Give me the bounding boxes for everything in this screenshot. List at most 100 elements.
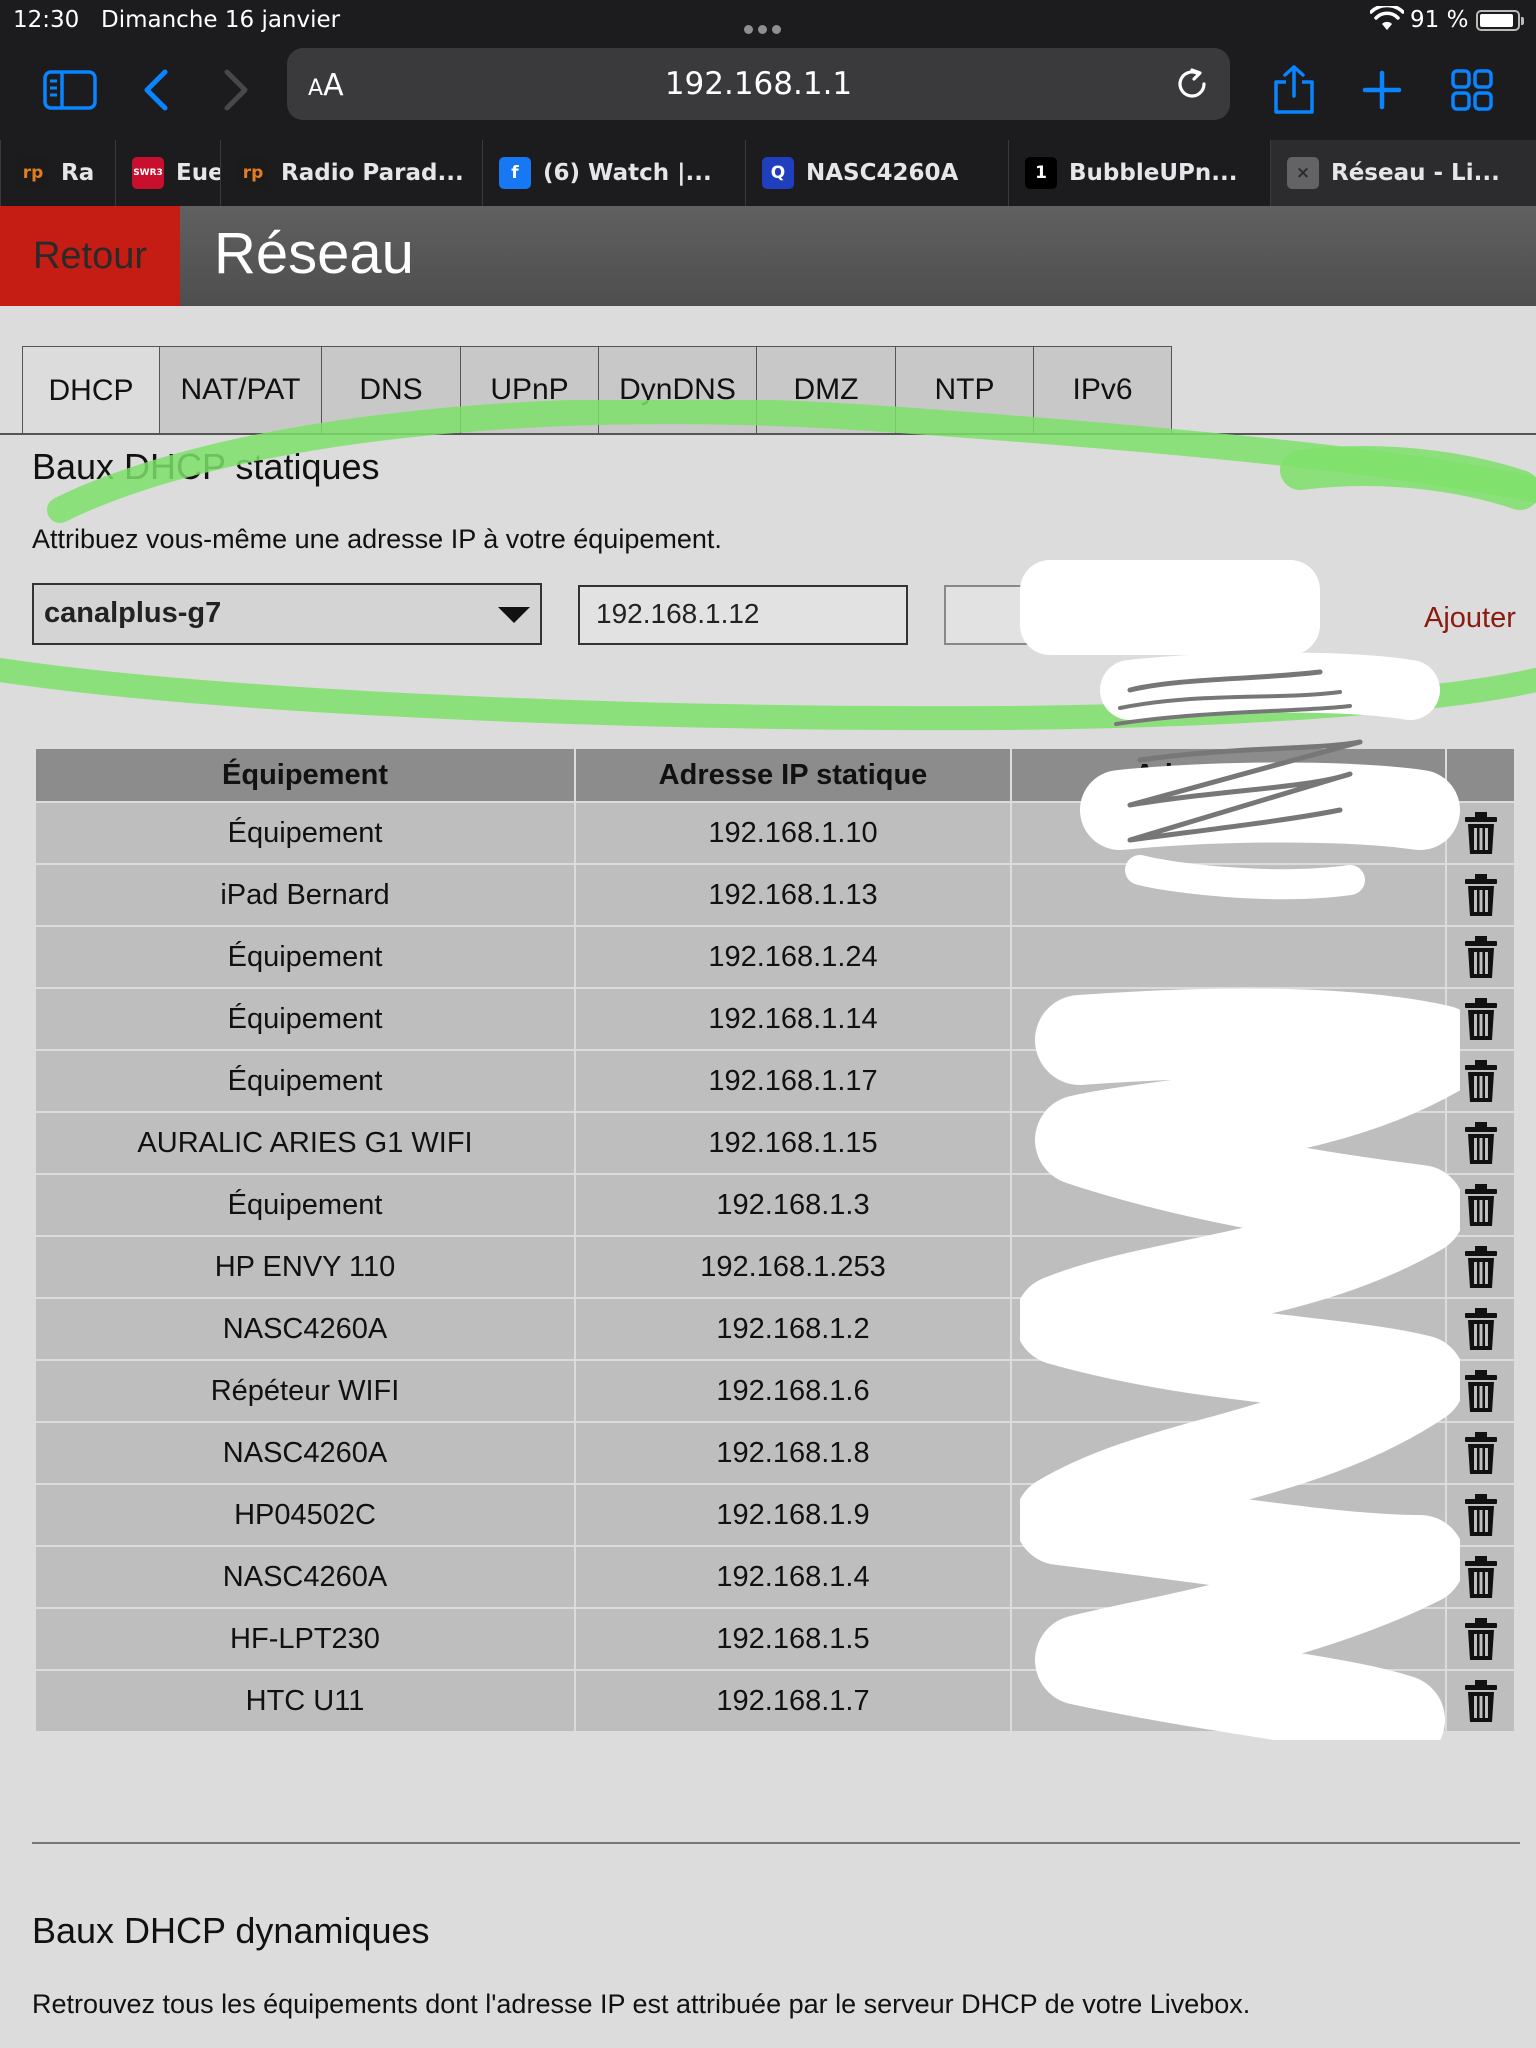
cell-ip: 192.168.1.13 xyxy=(574,863,1012,927)
delete-button[interactable] xyxy=(1445,925,1516,989)
tab-dmz[interactable]: DMZ xyxy=(757,346,896,434)
favicon-icon: SWR3 xyxy=(132,157,164,189)
share-icon[interactable] xyxy=(1264,60,1324,120)
cell-ip: 192.168.1.6 xyxy=(574,1359,1012,1423)
trash-icon xyxy=(1464,1060,1498,1102)
mac-address-input[interactable] xyxy=(944,585,1274,645)
cell-device: Répéteur WIFI xyxy=(34,1359,576,1423)
favicon-icon: rp xyxy=(17,157,49,189)
dynamic-leases-description: Retrouvez tous les équipements dont l'ad… xyxy=(32,1989,1251,2019)
cell-device: HP04502C xyxy=(34,1483,576,1547)
cell-ip: 192.168.1.15 xyxy=(574,1111,1012,1175)
cell-mac xyxy=(1010,1483,1447,1547)
browser-tab-label: NASC4260A xyxy=(806,160,959,186)
tab-dhcp[interactable]: DHCP xyxy=(22,346,160,435)
status-bar: 12:30 Dimanche 16 janvier 91 % xyxy=(0,0,1536,40)
cell-mac xyxy=(1010,863,1447,927)
favicon-icon: f xyxy=(499,157,531,189)
delete-button[interactable] xyxy=(1445,1297,1516,1361)
back-arrow-icon[interactable] xyxy=(126,60,186,120)
forward-arrow-icon[interactable] xyxy=(206,60,266,120)
static-leases-table: Équipement Adresse IP statique Adresse M… xyxy=(34,747,1516,1733)
status-date: Dimanche 16 janvier xyxy=(101,7,341,33)
delete-button[interactable] xyxy=(1445,1173,1516,1237)
address-bar[interactable]: AA 192.168.1.1 xyxy=(287,48,1230,120)
cell-device: AURALIC ARIES G1 WIFI xyxy=(34,1111,576,1175)
url-text[interactable]: 192.168.1.1 xyxy=(287,66,1230,102)
table-row: HF-LPT230 192.168.1.5 xyxy=(34,1607,1516,1671)
cell-device: HTC U11 xyxy=(34,1669,576,1733)
browser-tab[interactable]: SWR3 Eue xyxy=(115,140,220,206)
trash-icon xyxy=(1464,1246,1498,1288)
cell-mac xyxy=(1010,1173,1447,1237)
trash-icon xyxy=(1464,1680,1498,1722)
browser-tab-label: (6) Watch |... xyxy=(543,160,712,186)
static-leases-title: Baux DHCP statiques xyxy=(32,446,380,487)
browser-tab[interactable]: rp Ra xyxy=(0,140,115,206)
delete-button[interactable] xyxy=(1445,1359,1516,1423)
dynamic-leases-title: Baux DHCP dynamiques xyxy=(32,1910,430,1951)
delete-button[interactable] xyxy=(1445,863,1516,927)
cell-device: Équipement xyxy=(34,1049,576,1113)
multitasking-dots-icon[interactable] xyxy=(744,14,790,34)
delete-button[interactable] xyxy=(1445,1669,1516,1733)
cell-ip: 192.168.1.253 xyxy=(574,1235,1012,1299)
tab-natpat[interactable]: NAT/PAT xyxy=(160,346,322,434)
table-row: Répéteur WIFI 192.168.1.6 xyxy=(34,1359,1516,1423)
delete-button[interactable] xyxy=(1445,1545,1516,1609)
delete-button[interactable] xyxy=(1445,1111,1516,1175)
col-header-mac: Adresse MAC xyxy=(1010,747,1447,803)
ajouter-link[interactable]: Ajouter xyxy=(1424,602,1516,635)
trash-icon xyxy=(1464,1494,1498,1536)
cell-ip: 192.168.1.2 xyxy=(574,1297,1012,1361)
browser-tab[interactable]: f (6) Watch |... xyxy=(482,140,745,206)
browser-tab[interactable]: rp Radio Parad... xyxy=(220,140,482,206)
table-header-row: Équipement Adresse IP statique Adresse M… xyxy=(34,747,1516,803)
delete-button[interactable] xyxy=(1445,1049,1516,1113)
tab-dns[interactable]: DNS xyxy=(322,346,461,434)
cell-mac xyxy=(1010,1421,1447,1485)
col-header-ip: Adresse IP statique xyxy=(574,747,1012,803)
cell-ip: 192.168.1.4 xyxy=(574,1545,1012,1609)
cell-ip: 192.168.1.9 xyxy=(574,1483,1012,1547)
cell-mac xyxy=(1010,1545,1447,1609)
reload-icon[interactable] xyxy=(1172,64,1212,104)
favicon-icon: 1 xyxy=(1025,157,1057,189)
retour-button[interactable]: Retour xyxy=(0,206,180,306)
section-divider xyxy=(32,1842,1520,1844)
tab-dyndns[interactable]: DynDNS xyxy=(599,346,757,434)
delete-button[interactable] xyxy=(1445,1607,1516,1671)
delete-button[interactable] xyxy=(1445,987,1516,1051)
new-tab-plus-icon[interactable] xyxy=(1352,60,1412,120)
cell-mac xyxy=(1010,1359,1447,1423)
delete-button[interactable] xyxy=(1445,1235,1516,1299)
trash-icon xyxy=(1464,1122,1498,1164)
table-row: NASC4260A 192.168.1.4 xyxy=(34,1545,1516,1609)
tab-ntp[interactable]: NTP xyxy=(896,346,1034,434)
browser-tab[interactable]: 1 BubbleUPn... xyxy=(1008,140,1270,206)
tab-overview-icon[interactable] xyxy=(1442,60,1502,120)
delete-button[interactable] xyxy=(1445,1483,1516,1547)
sidebar-icon[interactable] xyxy=(40,60,100,120)
device-select-value: canalplus-g7 xyxy=(44,597,222,629)
ip-address-input[interactable]: 192.168.1.12 xyxy=(578,585,908,645)
browser-tab[interactable]: Q NASC4260A xyxy=(745,140,1008,206)
browser-tab-label: Radio Parad... xyxy=(281,160,464,186)
delete-button[interactable] xyxy=(1445,801,1516,865)
cell-ip: 192.168.1.5 xyxy=(574,1607,1012,1671)
cell-ip: 192.168.1.8 xyxy=(574,1421,1012,1485)
trash-icon xyxy=(1464,1184,1498,1226)
browser-tab-label: BubbleUPn... xyxy=(1069,160,1238,186)
table-row: Équipement 192.168.1.14 xyxy=(34,987,1516,1051)
browser-tab-label: Réseau - Li... xyxy=(1331,160,1500,186)
delete-button[interactable] xyxy=(1445,1421,1516,1485)
device-select[interactable]: canalplus-g7 xyxy=(32,583,542,645)
tab-upnp[interactable]: UPnP xyxy=(461,346,599,434)
cell-mac xyxy=(1010,801,1447,865)
tab-ipv6[interactable]: IPv6 xyxy=(1034,346,1172,434)
page-title: Réseau xyxy=(214,221,414,286)
browser-tab[interactable]: × Réseau - Li... xyxy=(1270,140,1536,206)
table-row: NASC4260A 192.168.1.8 xyxy=(34,1421,1516,1485)
cell-device: Équipement xyxy=(34,1173,576,1237)
cell-ip: 192.168.1.24 xyxy=(574,925,1012,989)
